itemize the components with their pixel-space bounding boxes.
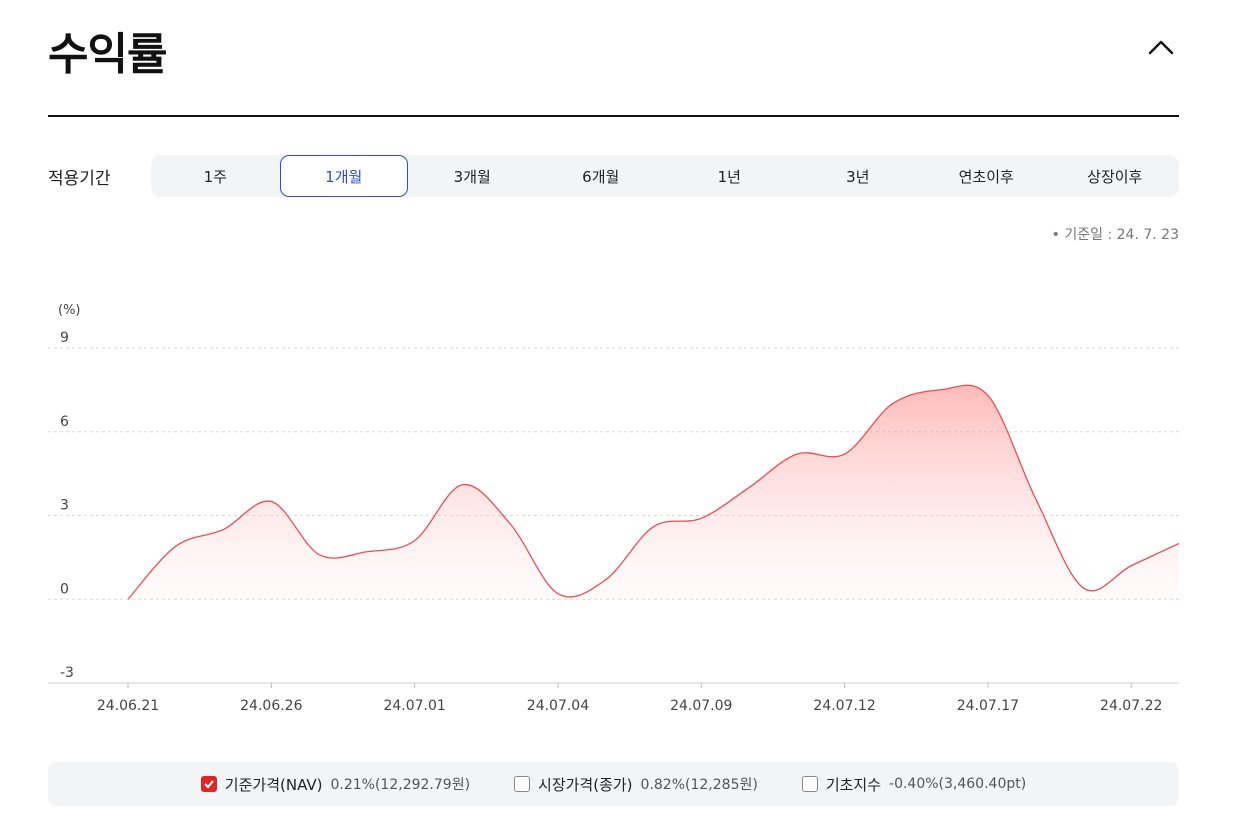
legend-index-name: 기초지수 xyxy=(825,775,882,794)
y-unit-label: (%) xyxy=(58,303,81,318)
legend-nav-name: 기준가격(NAV) xyxy=(224,775,323,794)
x-tick-label: 24.07.04 xyxy=(527,698,589,714)
tab-since-listing[interactable]: 상장이후 xyxy=(1051,155,1180,197)
page-title: 수익률 xyxy=(48,29,167,80)
legend-nav[interactable]: 기준가격(NAV) 0.21%(12,292.79원) xyxy=(200,774,471,795)
tab-3m[interactable]: 3개월 xyxy=(408,155,537,197)
legend-market-value: 0.82%(12,285원) xyxy=(640,777,758,793)
tab-6m[interactable]: 6개월 xyxy=(537,155,666,197)
y-tick-label: 9 xyxy=(60,330,69,346)
y-tick-label: 3 xyxy=(60,498,69,514)
legend-market-name: 시장가격(종가) xyxy=(538,775,633,794)
bullet-dot-icon: • xyxy=(1051,227,1065,243)
legend-index-value: -0.40%(3,460.40pt) xyxy=(889,776,1027,792)
index-checkbox[interactable] xyxy=(801,776,818,792)
y-tick-label: 6 xyxy=(60,414,69,430)
legend-nav-value: 0.21%(12,292.79원) xyxy=(330,777,471,793)
tab-3y[interactable]: 3년 xyxy=(794,155,923,197)
y-tick-label: -3 xyxy=(60,665,74,681)
chevron-up-icon[interactable] xyxy=(1146,32,1176,62)
x-tick-label: 24.07.01 xyxy=(383,698,445,714)
legend-index[interactable]: 기초지수 -0.40%(3,460.40pt) xyxy=(801,774,1027,795)
title-divider xyxy=(48,115,1179,117)
x-tick-label: 24.07.12 xyxy=(813,698,875,714)
x-tick-label: 24.07.22 xyxy=(1100,698,1162,714)
legend: 기준가격(NAV) 0.21%(12,292.79원) 시장가격(종가) 0.8… xyxy=(48,762,1179,806)
legend-market-price[interactable]: 시장가격(종가) 0.82%(12,285원) xyxy=(514,774,758,795)
base-date-text: 기준일 : 24. 7. 23 xyxy=(1064,227,1179,243)
tab-1w[interactable]: 1주 xyxy=(151,155,280,197)
base-date: • 기준일 : 24. 7. 23 xyxy=(1052,224,1179,244)
period-label: 적용기간 xyxy=(48,169,111,189)
market-price-checkbox[interactable] xyxy=(514,776,531,792)
return-chart: (%) 9 6 3 0 -3 24.06.21 24.06.26 24.07.01 24.07.0… xyxy=(48,303,1180,714)
tab-ytd[interactable]: 연초이후 xyxy=(922,155,1051,197)
x-tick-label: 24.07.09 xyxy=(670,698,732,714)
period-tabs: 1주 1개월 3개월 6개월 1년 3년 연초이후 상장이후 xyxy=(151,155,1179,197)
tab-1y[interactable]: 1년 xyxy=(665,155,794,197)
x-tick-label: 24.07.17 xyxy=(957,698,1019,714)
tab-1m[interactable]: 1개월 xyxy=(279,155,408,197)
nav-area-fill xyxy=(128,385,1179,600)
y-tick-label: 0 xyxy=(60,581,69,597)
x-tick-label: 24.06.26 xyxy=(240,698,302,714)
x-tick-label: 24.06.21 xyxy=(97,698,159,714)
nav-checkbox[interactable] xyxy=(200,776,217,792)
check-icon xyxy=(204,780,214,789)
